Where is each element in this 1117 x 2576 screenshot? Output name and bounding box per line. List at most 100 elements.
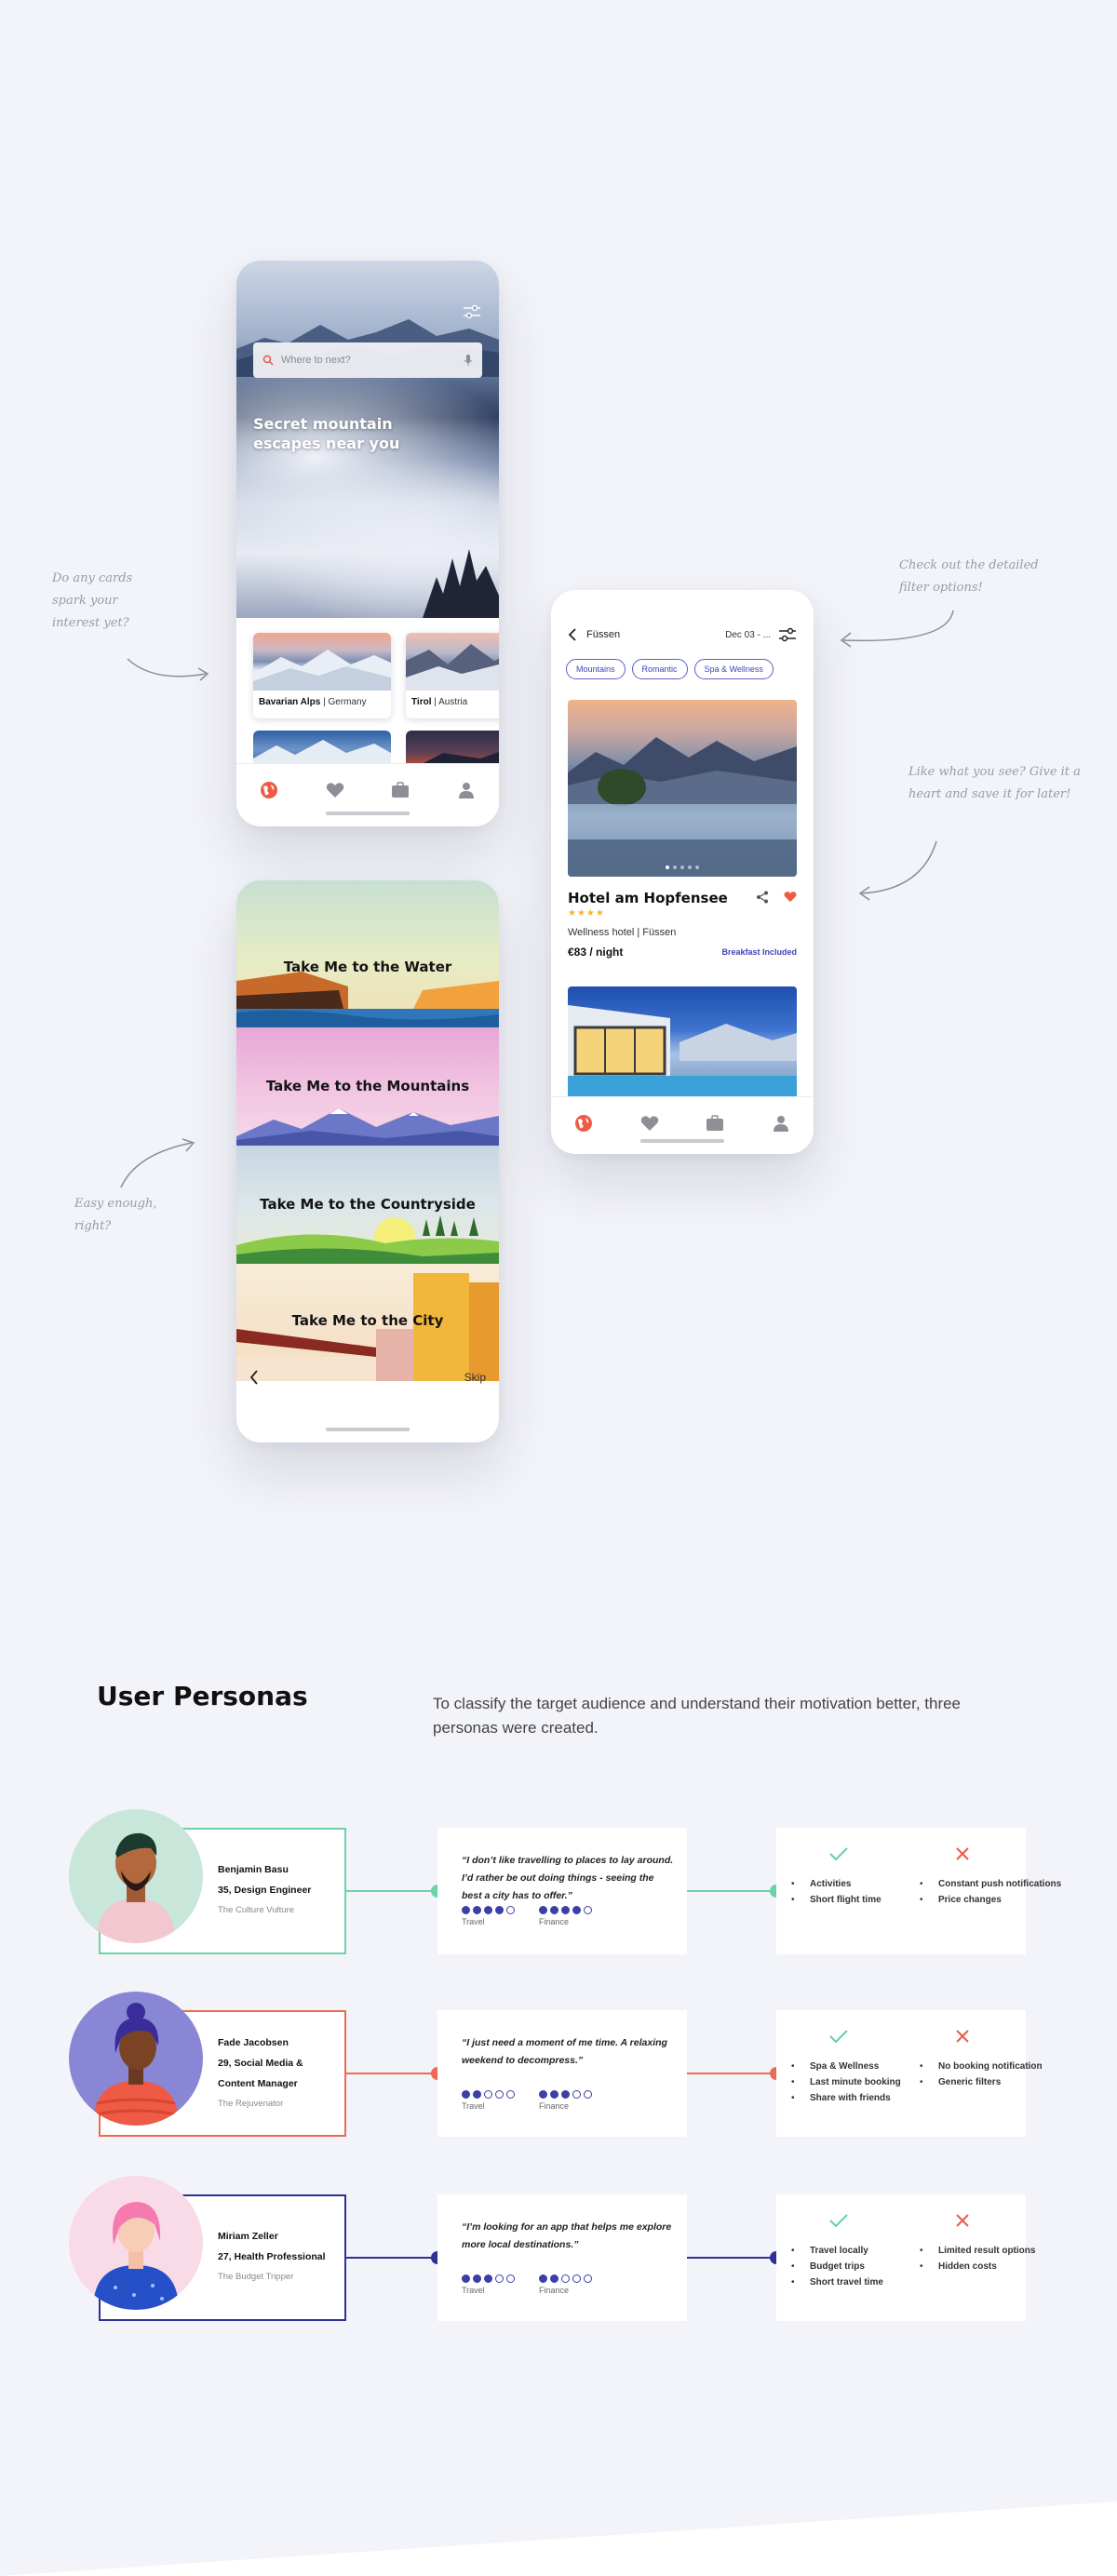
cross-icon: [956, 1847, 969, 1860]
profile-icon[interactable]: [454, 778, 478, 802]
persona-tagline: The Culture Vulture: [218, 1905, 295, 1915]
date-selector[interactable]: Dec 03 - ...: [725, 630, 771, 640]
annotation-like: Like what you see? Give it a heart and s…: [908, 765, 1081, 801]
chip-spa-wellness[interactable]: Spa & Wellness: [693, 659, 774, 679]
destination-card-tirol[interactable]: Tirol | Austria: [406, 633, 499, 718]
persona-tagline: The Budget Tripper: [218, 2272, 294, 2282]
destination-image: [406, 633, 499, 691]
category-city[interactable]: Take Me to the City: [236, 1264, 499, 1381]
pros-list: Spa & WellnessLast minute bookingShare w…: [763, 2059, 901, 2106]
rating-dot-filled: [539, 1906, 547, 1914]
pros-list: Travel locallyBudget tripsShort travel t…: [763, 2243, 883, 2290]
heart-icon[interactable]: [784, 891, 797, 903]
rating-dot-filled: [473, 2090, 481, 2099]
hotel-photo-carousel[interactable]: [568, 700, 797, 877]
rating-dot-filled: [539, 2274, 547, 2283]
rating-dot-empty: [572, 2274, 581, 2283]
home-indicator: [326, 1428, 410, 1431]
quote-card: “I’m looking for an app that helps me ex…: [437, 2194, 687, 2321]
annotation-filters: Check out the detailed filter options!: [899, 558, 1039, 595]
annotation-cards: Do any cards spark your interest yet?: [52, 571, 133, 630]
check-icon: [829, 1847, 848, 1861]
countryside-illustration: [236, 1215, 499, 1264]
list-item: Last minute booking: [763, 2074, 901, 2090]
suitcase-icon[interactable]: [388, 778, 412, 802]
finance-rating: Finance: [539, 2274, 592, 2295]
rating-dot-empty: [495, 2090, 504, 2099]
share-icon[interactable]: [756, 891, 769, 904]
rating-dot-empty: [495, 2274, 504, 2283]
arrow-annotation: [120, 1138, 195, 1188]
rating-dot-filled: [462, 2274, 470, 2283]
cons-list: Constant push notificationsPrice changes: [892, 1876, 1061, 1908]
star-rating: ★★★★: [568, 908, 605, 919]
list-item: Price changes: [892, 1892, 1022, 1908]
hero-image: Where to next? Secret mountain escapes n…: [236, 261, 499, 618]
category-mountains[interactable]: Take Me to the Mountains: [236, 1027, 499, 1146]
search-input[interactable]: Where to next?: [281, 355, 464, 366]
hotel-results-screen: Füssen Dec 03 - ... Mountains Romantic S…: [551, 590, 814, 1154]
persona-quote: “I’m looking for an app that helps me ex…: [462, 2221, 672, 2250]
rating-dot-filled: [550, 1906, 558, 1914]
destination-card-bavarian-alps[interactable]: Bavarian Alps | Germany: [253, 633, 391, 718]
home-indicator: [326, 812, 410, 815]
check-icon: [829, 2030, 848, 2044]
discover-screen: Where to next? Secret mountain escapes n…: [236, 261, 499, 826]
hotel-name[interactable]: Hotel am Hopfensee: [568, 890, 728, 906]
search-icon: [262, 355, 274, 366]
persona-name: Fade Jacobsen: [218, 2037, 289, 2048]
arrow-annotation: [858, 840, 937, 901]
heart-icon[interactable]: [323, 778, 347, 802]
globe-icon[interactable]: [572, 1111, 596, 1135]
connector-line: [346, 2073, 439, 2074]
filter-icon[interactable]: [778, 626, 797, 643]
rating-dot-empty: [572, 2090, 581, 2099]
rating-dot-empty: [506, 1906, 515, 1914]
avatar: [69, 1992, 203, 2126]
chip-mountains[interactable]: Mountains: [566, 659, 626, 679]
connector-line: [346, 1890, 439, 1892]
location-label: Füssen: [586, 629, 621, 640]
rating-dot-filled: [484, 2274, 492, 2283]
search-bar[interactable]: Where to next?: [253, 342, 482, 378]
rating-dot-filled: [539, 2090, 547, 2099]
list-item: No booking notification: [892, 2059, 1043, 2074]
hotel-type: Wellness hotel | Füssen: [568, 927, 677, 938]
mountain-illustration: [236, 1108, 499, 1146]
profile-icon[interactable]: [769, 1111, 793, 1135]
list-item: Spa & Wellness: [763, 2059, 901, 2074]
persona-name: Miriam Zeller: [218, 2231, 278, 2242]
pros-list: ActivitiesShort flight time: [763, 1876, 881, 1908]
skip-button[interactable]: Skip: [464, 1371, 486, 1384]
rating-dot-empty: [484, 2090, 492, 2099]
rating-dot-filled: [550, 2090, 558, 2099]
rating-dot-empty: [506, 2274, 515, 2283]
back-arrow-icon[interactable]: [249, 1370, 259, 1385]
globe-icon[interactable]: [257, 778, 281, 802]
chip-romantic[interactable]: Romantic: [631, 659, 688, 679]
rating-dot-empty: [506, 2090, 515, 2099]
list-item: Constant push notifications: [892, 1876, 1061, 1892]
avatar: [69, 1809, 203, 1943]
category-water[interactable]: Take Me to the Water: [236, 880, 499, 1027]
rating-dot-empty: [584, 1906, 592, 1914]
list-item: Short travel time: [763, 2274, 883, 2290]
persona-role: 27, Health Professional: [218, 2251, 326, 2262]
heart-icon[interactable]: [638, 1111, 662, 1135]
suitcase-icon[interactable]: [703, 1111, 727, 1135]
persona-quote: “I just need a moment of me time. A rela…: [462, 2037, 667, 2066]
back-arrow-icon[interactable]: [568, 628, 577, 641]
avatar: [69, 2176, 203, 2310]
filter-icon[interactable]: [462, 302, 482, 322]
travel-rating: Travel: [462, 2090, 515, 2111]
persona-role: 29, Social Media & Content Manager: [218, 2058, 303, 2089]
cross-icon: [956, 2030, 969, 2043]
rating-dot-filled: [495, 1906, 504, 1914]
list-item: Budget trips: [763, 2259, 883, 2274]
check-icon: [829, 2214, 848, 2228]
list-item: Limited result options: [892, 2243, 1035, 2259]
category-countryside[interactable]: Take Me to the Countryside: [236, 1146, 499, 1264]
rating-dot-filled: [572, 1906, 581, 1914]
microphone-icon[interactable]: [464, 354, 473, 367]
hotel-photo[interactable]: [568, 986, 797, 1096]
